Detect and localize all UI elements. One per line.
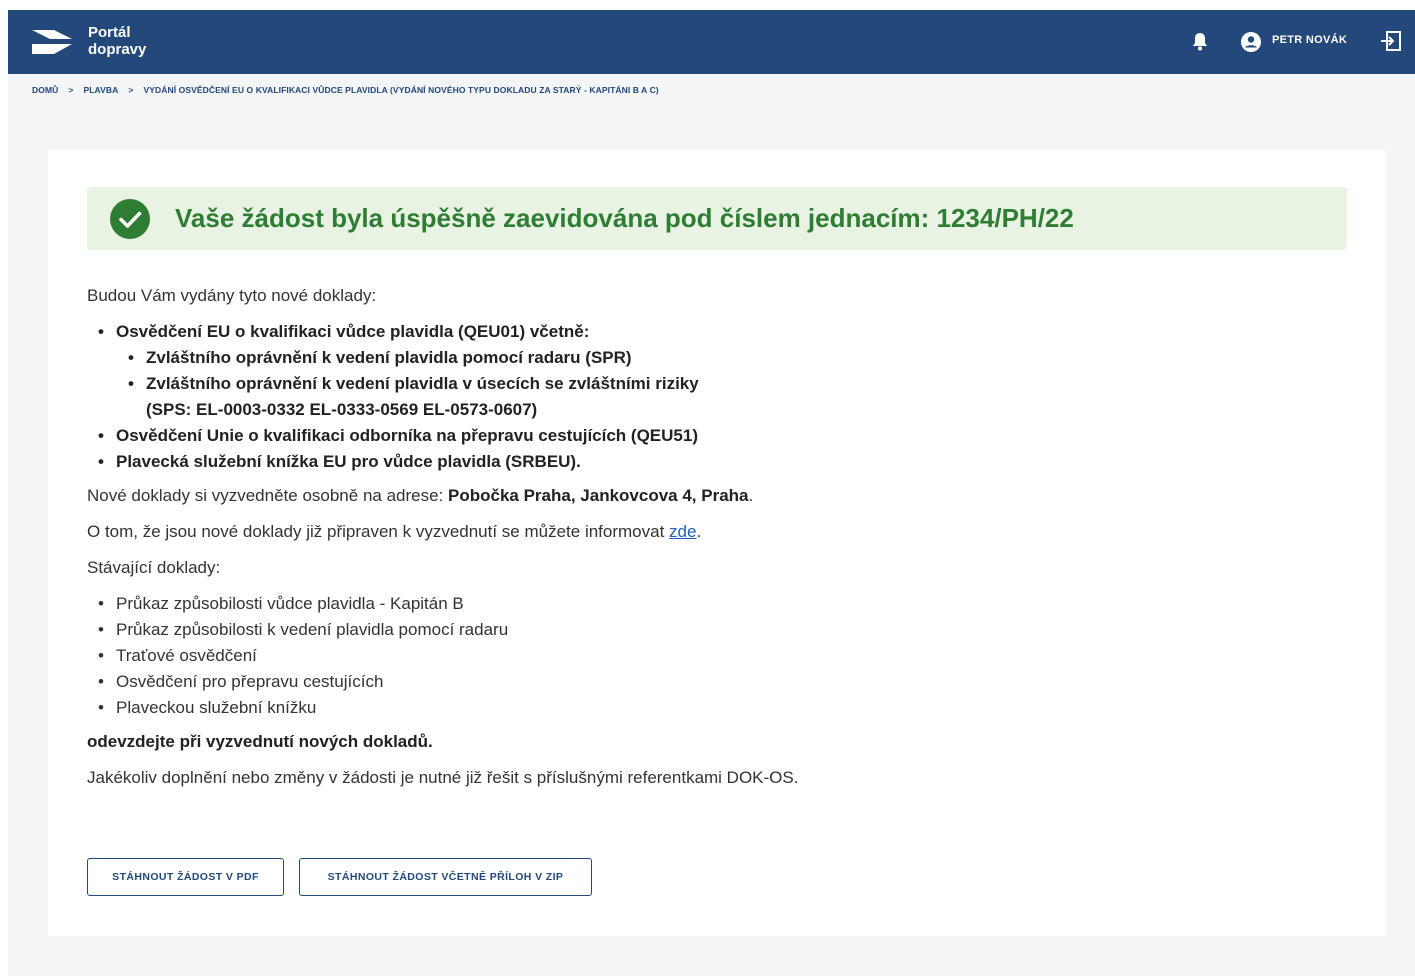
- pickup-prefix: Nové doklady si vyzvedněte osobně na adr…: [87, 486, 449, 505]
- portal-logo-text[interactable]: Portál dopravy: [88, 24, 146, 58]
- user-avatar-icon[interactable]: [1241, 32, 1261, 52]
- existing-document-2: Průkaz způsobilosti k vedení plavidla po…: [116, 620, 509, 639]
- list-item: • Traťové osvědčení: [98, 646, 257, 665]
- notify-prefix: O tom, že jsou nové doklady již připrave…: [87, 522, 670, 541]
- top-navigation-bar: Portál dopravy PETR NOVÁK: [8, 10, 1415, 74]
- breadcrumb-home[interactable]: DOMŮ: [32, 85, 58, 95]
- breadcrumb-current-page: VYDÁNÍ OSVĚDČENÍ EU O KVALIFIKACI VŮDCE …: [143, 85, 659, 95]
- new-document-item-2: Osvědčení Unie o kvalifikaci odborníka n…: [116, 426, 698, 445]
- new-document-sub-item-1: Zvláštního oprávnění k vedení plavidla p…: [146, 348, 632, 367]
- existing-document-5: Plaveckou služební knížku: [116, 698, 317, 717]
- success-banner: Vaše žádost byla úspěšně zaevidována pod…: [87, 187, 1347, 250]
- new-documents-intro: Budou Vám vydány tyto nové doklady:: [87, 286, 377, 305]
- download-pdf-button[interactable]: STÁHNOUT ŽÁDOST V PDF: [87, 858, 284, 896]
- list-item: • Osvědčení pro přepravu cestujících: [98, 672, 384, 691]
- breadcrumb: DOMŮ > PLAVBA > VYDÁNÍ OSVĚDČENÍ EU O KVALIF…: [32, 85, 659, 95]
- changes-note: Jakékoliv doplnění nebo změny v žádosti …: [87, 768, 799, 787]
- pickup-suffix: .: [748, 486, 754, 505]
- list-item: • Osvědčení EU o kvalifikaci vůdce plavid…: [98, 322, 590, 341]
- check-circle-icon: [110, 199, 150, 239]
- existing-documents-title: Stávající doklady:: [87, 558, 221, 577]
- existing-document-3: Traťové osvědčení: [116, 646, 257, 665]
- result-card: Vaše žádost byla úspěšně zaevidována pod…: [48, 150, 1386, 936]
- success-message: Vaše žádost byla úspěšně zaevidována pod…: [175, 203, 1074, 233]
- new-document-item-3: Plavecká služební knížka EU pro vůdce pl…: [116, 452, 581, 471]
- list-item: • Průkaz způsobilosti k vedení plavidla p…: [98, 620, 509, 639]
- logout-icon[interactable]: [1380, 30, 1402, 52]
- breadcrumb-plavba[interactable]: PLAVBA: [83, 85, 118, 95]
- pickup-address: Pobočka Praha, Jankovcova 4, Praha: [448, 486, 749, 505]
- logo-line-2: dopravy: [88, 41, 147, 58]
- download-zip-button[interactable]: STÁHNOUT ŽÁDOST VČETNĚ PŘÍLOH V ZIP: [299, 858, 592, 896]
- notify-suffix: .: [696, 522, 702, 541]
- notification-bell-icon[interactable]: [1191, 32, 1209, 52]
- return-note: odevzdejte při vyzvednutí nových dokladů…: [87, 732, 433, 751]
- list-item: • Plavecká služební knížka EU pro vůdce p…: [98, 452, 581, 471]
- new-document-sub-item-2: Zvláštního oprávnění k vedení plavidla v…: [146, 374, 699, 393]
- list-item: • Osvědčení Unie o kvalifikaci odborníka …: [98, 426, 698, 445]
- app-frame: Portál dopravy PETR NOVÁK DOMŮ > PLAVBA > VY…: [8, 10, 1415, 976]
- existing-document-4: Osvědčení pro přepravu cestujících: [116, 672, 384, 691]
- new-document-item-1: Osvědčení EU o kvalifikaci vůdce plavidl…: [116, 322, 590, 341]
- notify-paragraph: O tom, že jsou nové doklady již připrave…: [87, 520, 701, 544]
- list-item: • Zvláštního oprávnění k vedení plavidla …: [128, 348, 632, 367]
- logo-line-1: Portál: [88, 24, 131, 41]
- list-item: • Plaveckou služební knížku: [98, 698, 317, 717]
- pickup-paragraph: Nové doklady si vyzvedněte osobně na adr…: [87, 484, 753, 508]
- new-document-sub-item-2-continuation: (SPS: EL-0003-0332 EL-0333-0569 EL-0573-…: [146, 400, 538, 419]
- breadcrumb-separator-icon: >: [128, 85, 134, 95]
- breadcrumb-separator-icon: >: [68, 85, 74, 95]
- user-name[interactable]: PETR NOVÁK: [1272, 34, 1347, 46]
- notify-here-link[interactable]: zde: [669, 522, 696, 541]
- list-item: • Zvláštního oprávnění k vedení plavidla …: [128, 374, 699, 393]
- list-item: • Průkaz způsobilosti vůdce plavidla - Ka…: [98, 594, 464, 613]
- existing-document-1: Průkaz způsobilosti vůdce plavidla - Kap…: [116, 594, 464, 613]
- portal-logo-icon[interactable]: [30, 26, 74, 58]
